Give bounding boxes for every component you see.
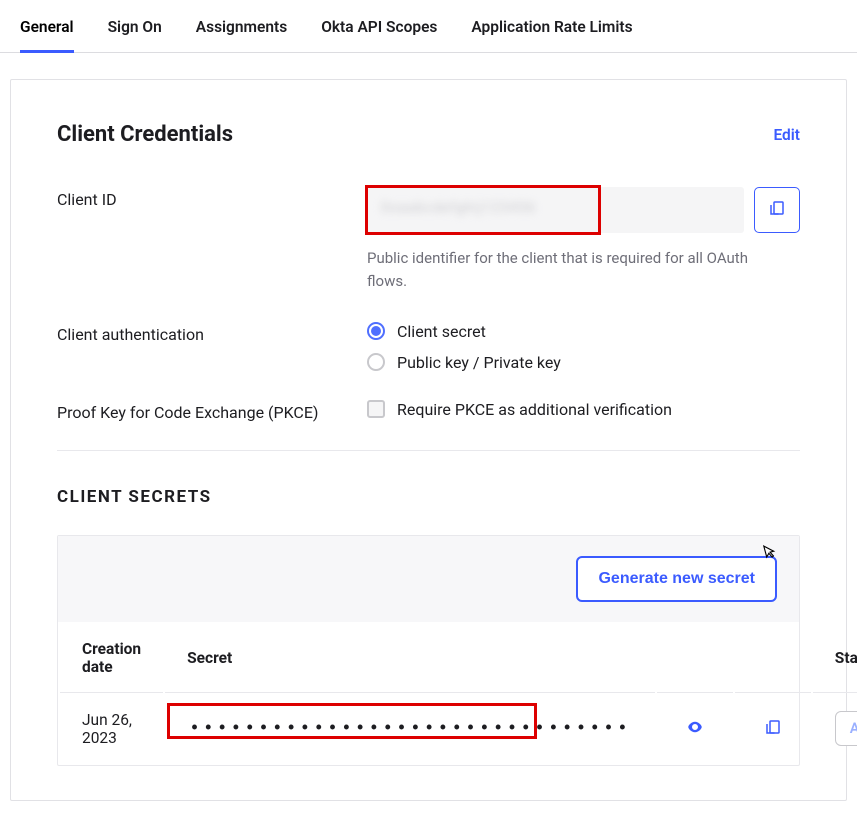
client-id-value[interactable]: 0oaabcdefghij123456 — [367, 187, 744, 233]
client-credentials-card: Client Credentials Edit Client ID 0oaabc… — [10, 79, 847, 801]
radio-public-key-label: Public key / Private key — [397, 353, 561, 372]
client-id-label: Client ID — [57, 187, 367, 209]
tab-general[interactable]: General — [20, 18, 74, 53]
clipboard-icon — [768, 199, 786, 221]
client-auth-label: Client authentication — [57, 322, 367, 344]
tab-okta-api-scopes[interactable]: Okta API Scopes — [321, 18, 437, 53]
pkce-label: Proof Key for Code Exchange (PKCE) — [57, 400, 367, 422]
tab-sign-on[interactable]: Sign On — [108, 18, 162, 53]
tab-app-rate-limits[interactable]: Application Rate Limits — [471, 18, 632, 53]
tab-assignments[interactable]: Assignments — [196, 18, 287, 53]
pkce-checkbox[interactable]: Require PKCE as additional verification — [367, 400, 800, 419]
client-secrets-box: Generate new secret Creation date Secret… — [57, 535, 800, 766]
pkce-checkbox-label: Require PKCE as additional verification — [397, 400, 672, 419]
secret-status-label: Active — [850, 720, 857, 737]
divider — [57, 450, 800, 451]
client-secrets-title: CLIENT SECRETS — [57, 487, 800, 507]
client-secrets-table: Creation date Secret Status Jun 26, 2023… — [58, 622, 857, 765]
clipboard-icon — [764, 718, 782, 740]
secret-status-dropdown[interactable]: Active ▼ — [835, 711, 857, 746]
secret-masked-value: •••••••••••••••••••••••••••••••• — [187, 715, 633, 743]
checkbox-icon — [367, 400, 385, 418]
radio-icon — [367, 353, 385, 371]
copy-client-id-button[interactable] — [754, 187, 800, 233]
client-id-helper: Public identifier for the client that is… — [367, 247, 767, 294]
radio-icon — [367, 322, 385, 340]
radio-client-secret[interactable]: Client secret — [367, 322, 800, 341]
table-row: Jun 26, 2023 •••••••••••••••••••••••••••… — [60, 695, 857, 763]
client-credentials-title: Client Credentials — [57, 122, 233, 147]
edit-button[interactable]: Edit — [773, 126, 800, 144]
secret-creation-date: Jun 26, 2023 — [60, 695, 163, 763]
reveal-secret-button[interactable] — [679, 713, 711, 745]
col-status: Status — [813, 624, 857, 693]
generate-new-secret-button[interactable]: Generate new secret — [576, 556, 777, 602]
tab-bar: General Sign On Assignments Okta API Sco… — [0, 0, 857, 53]
eye-icon — [686, 718, 704, 740]
col-creation-date: Creation date — [60, 624, 163, 693]
radio-client-secret-label: Client secret — [397, 322, 486, 341]
copy-secret-button[interactable] — [757, 713, 789, 745]
col-secret: Secret — [165, 624, 655, 693]
radio-public-key[interactable]: Public key / Private key — [367, 353, 800, 372]
